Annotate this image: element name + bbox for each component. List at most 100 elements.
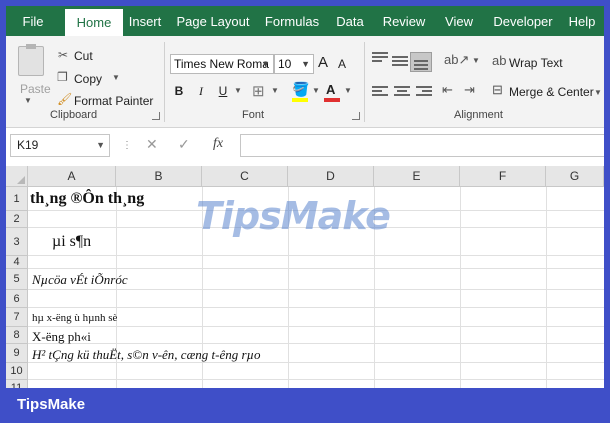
cancel-icon[interactable]: ✕ [146, 136, 158, 153]
tab-view[interactable]: View [440, 6, 478, 36]
scissors-icon[interactable]: ✂ [58, 48, 68, 62]
ribbon-tab-bar: File Home Insert Page Layout Formulas Da… [6, 6, 604, 36]
column-header-f[interactable]: F [460, 166, 546, 187]
chevron-down-icon: ▼ [261, 59, 270, 69]
increase-indent-icon[interactable]: ⇥ [464, 82, 475, 98]
bottom-align-icon[interactable] [410, 52, 432, 72]
cut-button[interactable]: Cut [74, 49, 93, 63]
more-dots-icon: ⋮ [122, 140, 132, 151]
font-size-value: 10 [278, 57, 292, 71]
column-header-e[interactable]: E [374, 166, 460, 187]
row-header-3[interactable]: 3 [6, 228, 28, 256]
fill-color-swatch [292, 98, 308, 102]
chevron-down-icon: ▼ [96, 140, 105, 150]
column-header-c[interactable]: C [202, 166, 288, 187]
merge-center-button[interactable]: Merge & Center [509, 85, 594, 99]
tab-formulas[interactable]: Formulas [263, 6, 321, 36]
format-painter-button[interactable]: Format Painter [74, 94, 153, 108]
borders-icon[interactable]: ⊞ [252, 82, 265, 100]
column-header-b[interactable]: B [116, 166, 202, 187]
copy-dropdown-icon[interactable]: ▼ [112, 73, 120, 82]
orientation-icon[interactable]: ab↗ [444, 52, 469, 68]
underline-button[interactable]: U [214, 84, 232, 98]
row-header-5[interactable]: 5 [6, 269, 28, 290]
tab-developer[interactable]: Developer [490, 6, 556, 36]
formula-input[interactable] [240, 134, 604, 157]
italic-button[interactable]: I [192, 84, 210, 99]
cell-a7[interactable]: hµ x-ëng ù hµnh sè [32, 312, 117, 324]
align-right-icon[interactable] [416, 86, 432, 98]
bold-button[interactable]: B [170, 84, 188, 98]
font-name-value: Times New Roma [174, 57, 269, 71]
tab-data[interactable]: Data [332, 6, 368, 36]
table-row[interactable] [28, 256, 604, 269]
align-center-icon[interactable] [394, 86, 410, 98]
row-header-4[interactable]: 4 [6, 256, 28, 269]
column-header-d[interactable]: D [288, 166, 374, 187]
fill-color-icon[interactable]: 🪣 [292, 81, 309, 98]
copy-icon[interactable]: ❐ [57, 70, 68, 84]
column-header-g[interactable]: G [546, 166, 604, 187]
watermark-logo: TipsMake [196, 194, 391, 238]
clipboard-launcher-icon[interactable] [152, 112, 160, 120]
row-header-9[interactable]: 9 [6, 344, 28, 363]
font-launcher-icon[interactable] [352, 112, 360, 120]
row-header-8[interactable]: 8 [6, 327, 28, 344]
row-header-6[interactable]: 6 [6, 290, 28, 308]
underline-dropdown-icon[interactable]: ▼ [234, 86, 242, 95]
paste-dropdown-icon[interactable]: ▼ [24, 96, 32, 105]
font-color-swatch [324, 98, 340, 102]
table-row[interactable] [28, 380, 604, 388]
cell-a8[interactable]: X-ëng ph«i [32, 329, 91, 345]
top-align-icon[interactable] [372, 52, 388, 64]
format-painter-icon[interactable]: 🖌 [57, 92, 72, 106]
borders-dropdown-icon[interactable]: ▼ [271, 86, 279, 95]
font-color-button[interactable]: A [326, 82, 335, 97]
table-row[interactable] [28, 363, 604, 380]
align-left-icon[interactable] [372, 86, 388, 98]
copy-button[interactable]: Copy [74, 72, 102, 86]
cell-a3[interactable]: µi s¶n [52, 233, 91, 251]
middle-align-icon[interactable] [392, 56, 408, 68]
insert-function-button[interactable]: fx [213, 136, 223, 152]
enter-icon[interactable]: ✓ [178, 136, 190, 153]
excel-window: File Home Insert Page Layout Formulas Da… [6, 6, 604, 388]
merge-center-icon[interactable]: ⊟ [492, 82, 503, 98]
decrease-indent-icon[interactable]: ⇤ [442, 82, 453, 98]
font-color-dropdown-icon[interactable]: ▼ [344, 86, 352, 95]
cell-a1[interactable]: th¸ng ®Ôn th¸ng [30, 190, 144, 208]
merge-dropdown-icon[interactable]: ▼ [594, 88, 602, 97]
brand-label: TipsMake [17, 396, 86, 413]
fill-dropdown-icon[interactable]: ▼ [312, 86, 320, 95]
tab-home[interactable]: Home [65, 9, 123, 36]
clipboard-group-label: Clipboard [50, 109, 98, 121]
tab-file[interactable]: File [12, 6, 54, 36]
tab-help[interactable]: Help [564, 6, 600, 36]
row-header-11[interactable]: 11 [6, 380, 28, 388]
name-box[interactable]: K19 ▼ [10, 134, 110, 157]
font-size-combo[interactable]: 10 ▼ [274, 54, 314, 74]
tab-review[interactable]: Review [380, 6, 428, 36]
table-row[interactable] [28, 327, 604, 344]
paste-icon[interactable] [18, 44, 44, 76]
orientation-dropdown-icon[interactable]: ▼ [472, 56, 480, 65]
shrink-font-button[interactable]: A [338, 57, 346, 71]
cell-a9[interactable]: H² tÇng kü thuËt, s©n v-ên, cæng t-êng r… [32, 347, 261, 363]
chevron-down-icon: ▼ [301, 59, 310, 69]
paste-button[interactable]: Paste [20, 82, 51, 96]
tab-insert[interactable]: Insert [125, 6, 165, 36]
table-row[interactable] [28, 290, 604, 308]
tab-page-layout[interactable]: Page Layout [175, 6, 251, 36]
select-all-corner[interactable] [6, 166, 28, 187]
wrap-text-icon[interactable]: ab [492, 53, 506, 68]
row-header-1[interactable]: 1 [6, 187, 28, 211]
wrap-text-button[interactable]: Wrap Text [509, 56, 563, 70]
font-name-combo[interactable]: Times New Roma ▼ [170, 54, 274, 74]
row-header-2[interactable]: 2 [6, 211, 28, 228]
row-header-7[interactable]: 7 [6, 308, 28, 327]
grow-font-button[interactable]: A [318, 54, 328, 71]
column-header-a[interactable]: A [28, 166, 116, 187]
row-header-10[interactable]: 10 [6, 363, 28, 380]
name-box-value: K19 [17, 138, 39, 152]
cell-a5[interactable]: Nµcöa vÉt iÕnróc [32, 272, 128, 288]
